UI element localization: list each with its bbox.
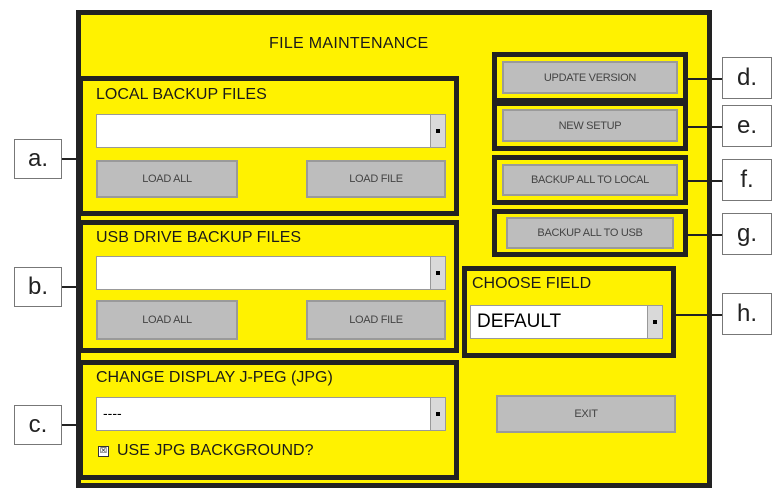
callout-f-line [688,180,722,182]
local-backup-dropdown[interactable] [96,114,446,148]
callout-h-line [676,314,722,316]
callout-c: c. [14,405,62,445]
callout-h: h. [722,293,772,335]
exit-button[interactable]: EXIT [496,395,676,433]
callout-g-line [688,234,722,236]
backup-all-usb-button[interactable]: BACKUP ALL TO USB [506,217,674,249]
chevron-down-icon[interactable] [647,306,662,338]
usb-load-file-button[interactable]: LOAD FILE [306,300,446,340]
display-jpeg-dropdown[interactable]: ---- [96,397,446,431]
callout-f: f. [722,159,772,201]
display-jpeg-selected: ---- [103,405,122,421]
use-jpg-checkbox[interactable]: ☒ [98,445,109,457]
use-jpg-checkbox-label: USE JPG BACKGROUND? [117,442,314,459]
local-load-file-button[interactable]: LOAD FILE [306,160,446,198]
use-jpg-checkbox-row[interactable]: ☒ USE JPG BACKGROUND? [98,442,313,460]
callout-c-line [62,424,80,426]
backup-all-local-button[interactable]: BACKUP ALL TO LOCAL [502,164,678,196]
callout-e: e. [722,105,772,147]
chevron-down-icon[interactable] [430,257,445,289]
usb-backup-label: USB DRIVE BACKUP FILES [96,229,302,246]
local-load-all-button[interactable]: LOAD ALL [96,160,238,198]
usb-backup-dropdown[interactable] [96,256,446,290]
callout-d-line [688,78,722,80]
callout-a-line [62,158,80,160]
chevron-down-icon[interactable] [430,398,445,430]
callout-e-line [688,126,722,128]
choose-field-dropdown[interactable]: DEFAULT [470,305,663,339]
callout-b-line [62,286,80,288]
update-version-button[interactable]: UPDATE VERSION [502,61,678,94]
callout-a: a. [14,139,62,179]
local-backup-label: LOCAL BACKUP FILES [96,86,267,103]
callout-b: b. [14,267,62,307]
window-title: FILE MAINTENANCE [269,35,429,52]
new-setup-button[interactable]: NEW SETUP [502,109,678,142]
callout-d: d. [722,57,772,99]
display-jpeg-label: CHANGE DISPLAY J-PEG (JPG) [96,369,333,386]
usb-load-all-button[interactable]: LOAD ALL [96,300,238,340]
chevron-down-icon[interactable] [430,115,445,147]
callout-g: g. [722,213,772,255]
choose-field-label: CHOOSE FIELD [472,275,592,292]
choose-field-selected: DEFAULT [477,311,562,332]
